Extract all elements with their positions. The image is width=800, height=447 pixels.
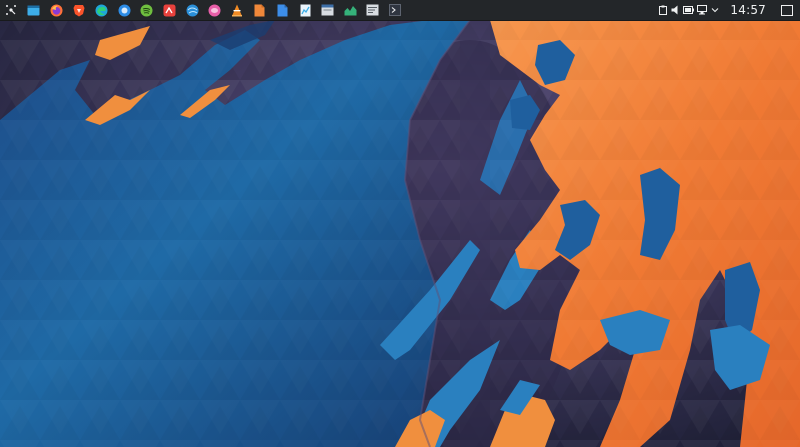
desktop: 14:57 — [0, 0, 800, 447]
chevron-down-icon[interactable] — [708, 0, 721, 20]
system-monitor-icon[interactable] — [339, 0, 362, 20]
document-blue-icon[interactable] — [271, 0, 294, 20]
edge-browser-icon[interactable] — [90, 0, 113, 20]
brave-browser-icon[interactable] — [68, 0, 91, 20]
launcher-bar — [0, 0, 407, 20]
thunderbird-icon[interactable] — [113, 0, 136, 20]
notes-icon[interactable] — [362, 0, 385, 20]
system-tray: 14:57 — [656, 0, 800, 20]
document-orange-icon[interactable] — [249, 0, 272, 20]
volume-icon[interactable] — [669, 0, 682, 20]
network-icon[interactable] — [695, 0, 708, 20]
terminal-icon[interactable] — [384, 0, 407, 20]
kate-editor-icon[interactable] — [158, 0, 181, 20]
dolphin-file-manager-icon[interactable] — [23, 0, 46, 20]
presentation-icon[interactable] — [316, 0, 339, 20]
vlc-icon[interactable] — [226, 0, 249, 20]
wallpaper — [0, 20, 800, 447]
battery-icon[interactable] — [682, 0, 695, 20]
top-panel: 14:57 — [0, 0, 800, 21]
application-launcher-icon[interactable] — [0, 0, 23, 20]
spotify-icon[interactable] — [136, 0, 159, 20]
firefox-icon[interactable] — [45, 0, 68, 20]
pink-app-icon[interactable] — [203, 0, 226, 20]
show-desktop-icon[interactable] — [776, 0, 798, 20]
okular-chart-icon[interactable] — [294, 0, 317, 20]
clipboard-icon[interactable] — [656, 0, 669, 20]
browser-globe-icon[interactable] — [181, 0, 204, 20]
clock[interactable]: 14:57 — [730, 0, 766, 20]
